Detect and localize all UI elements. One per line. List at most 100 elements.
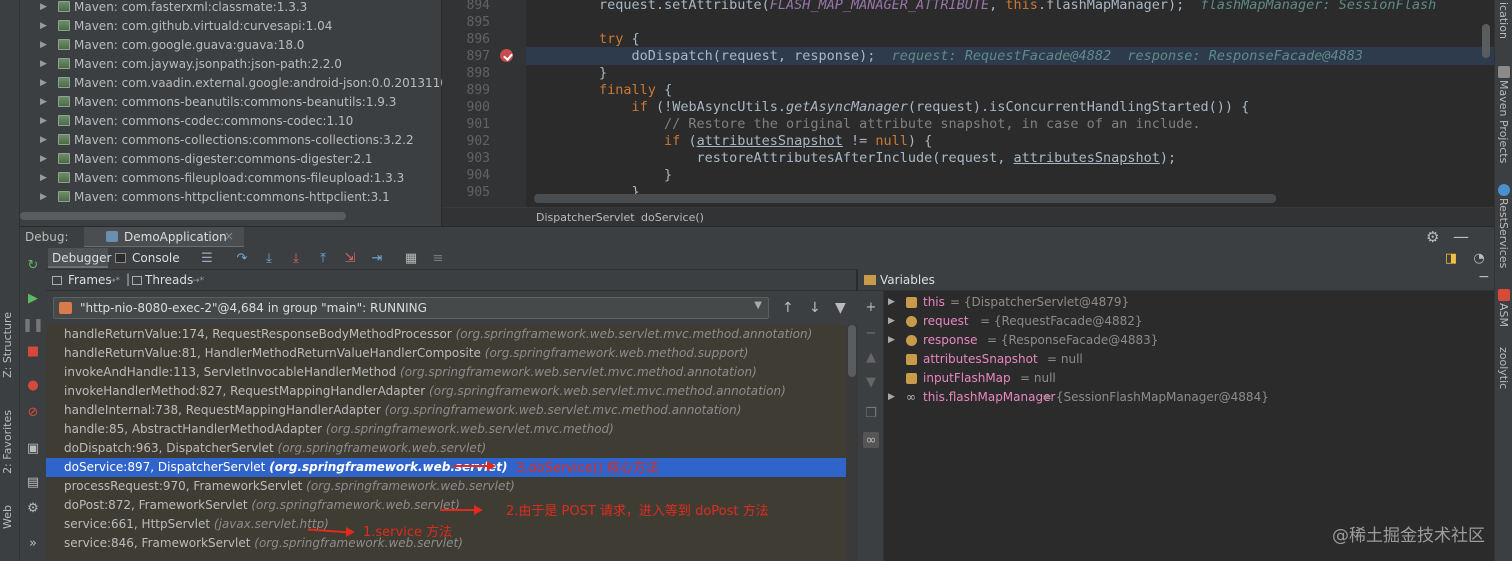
debug-label: Debug:: [25, 230, 69, 244]
gear-icon[interactable]: ⚙: [1426, 228, 1439, 246]
tree-item[interactable]: ▶ Maven: commons-fileupload:commons-fileu…: [0, 168, 404, 187]
thread-select[interactable]: "http-nio-8080-exec-2"@4,684 in group "m…: [53, 297, 769, 319]
editor-vertical-scrollbar[interactable]: [1482, 24, 1490, 58]
expand-arrow-icon[interactable]: ▶: [40, 2, 54, 12]
expand-arrow-icon[interactable]: ▶: [40, 135, 54, 145]
code-editor[interactable]: 894 895 896 897 898 899 900 901 902 903 …: [442, 0, 1494, 207]
tree-horizontal-scrollbar[interactable]: [20, 212, 346, 220]
frame-row[interactable]: handleInternal:738, RequestMappingHandle…: [46, 401, 846, 420]
expand-arrow-icon[interactable]: ▶: [40, 116, 54, 126]
tab-debugger[interactable]: Debugger: [48, 248, 111, 268]
copy-icon[interactable]: ❐: [863, 405, 879, 421]
tree-item[interactable]: ▶ Maven: commons-digester:commons-digeste…: [0, 149, 373, 168]
expand-arrow-icon[interactable]: ▶: [40, 40, 54, 50]
arrow-up-icon[interactable]: ↑: [782, 300, 794, 316]
expand-arrow-icon[interactable]: ▶: [888, 293, 895, 312]
rest-services-tab[interactable]: RestServices: [1497, 198, 1510, 268]
web-tab[interactable]: Web: [1, 505, 14, 529]
library-icon: [58, 153, 70, 164]
evaluate-expression-icon[interactable]: ▦: [403, 250, 419, 266]
expand-arrow-icon[interactable]: ▶: [40, 97, 54, 107]
tree-item[interactable]: ▶ Maven: com.google.guava:guava:18.0: [0, 35, 304, 54]
code-line: restoreAttributesAfterInclude(request, a…: [534, 150, 1177, 166]
tree-item[interactable]: ▶ Maven: commons-collections:commons-coll…: [0, 130, 414, 149]
restore-layout-icon[interactable]: ◨: [1443, 250, 1459, 266]
move-down-icon[interactable]: ▼: [863, 374, 879, 390]
frame-row[interactable]: invokeHandlerMethod:827, RequestMappingH…: [46, 382, 846, 401]
application-icon: [106, 231, 118, 242]
expand-arrow-icon[interactable]: ▶: [40, 192, 54, 202]
tree-item[interactable]: ▶ Maven: commons-beanutils:commons-beanut…: [0, 92, 396, 111]
force-step-into-icon[interactable]: ⤓: [288, 250, 304, 266]
drop-frame-icon[interactable]: ⇲: [342, 250, 358, 266]
variables-header: Variables −: [858, 269, 1494, 291]
library-icon: [58, 58, 70, 69]
annotation-2: 2.由于是 POST 请求，进入等到 doPost 方法: [506, 504, 769, 519]
frame-row[interactable]: handle:85, AbstractHandlerMethodAdapter …: [46, 420, 846, 439]
filter-icon[interactable]: ▼: [835, 300, 846, 316]
maven-projects-tab[interactable]: Maven Projects: [1497, 80, 1510, 163]
asm-tab[interactable]: ASM: [1497, 303, 1510, 327]
step-out-icon[interactable]: ⤒: [315, 250, 331, 266]
settings-gear-icon[interactable]: ⚙: [25, 500, 41, 516]
editor-horizontal-scrollbar[interactable]: [534, 194, 1276, 203]
expand-arrow-icon[interactable]: ▶: [40, 173, 54, 183]
frame-row[interactable]: handleReturnValue:174, RequestResponseBo…: [46, 325, 846, 344]
favorites-tab[interactable]: 2: Favorites: [1, 410, 14, 474]
expand-arrow-icon[interactable]: ▶: [888, 312, 895, 331]
frame-row-selected[interactable]: doService:897, DispatcherServlet (org.sp…: [46, 458, 846, 477]
expand-arrow-icon[interactable]: ▶: [40, 154, 54, 164]
more-icon[interactable]: »: [25, 535, 41, 551]
tree-item[interactable]: ▶ Maven: commons-codec:commons-codec:1.10: [0, 111, 353, 130]
resume-icon[interactable]: ▶: [25, 290, 41, 306]
move-up-icon[interactable]: ▲: [863, 349, 879, 365]
frame-row[interactable]: doDispatch:963, DispatcherServlet (org.s…: [46, 439, 846, 458]
add-watch-icon[interactable]: +: [863, 299, 879, 315]
chevron-down-icon[interactable]: ▼: [754, 300, 762, 311]
breakpoint-icon[interactable]: [500, 49, 513, 62]
step-into-icon[interactable]: ⤓: [261, 250, 277, 266]
zoolytic-tab[interactable]: zoolytic: [1497, 347, 1510, 389]
view-breakpoints-icon[interactable]: ●: [25, 377, 41, 393]
trace-icon[interactable]: ≡: [430, 250, 446, 266]
frames-scrollbar[interactable]: [848, 325, 856, 377]
frame-row[interactable]: invokeAndHandle:113, ServletInvocableHan…: [46, 363, 846, 382]
mute-breakpoints-icon[interactable]: ⊘: [25, 404, 41, 420]
close-icon[interactable]: ×: [224, 229, 234, 243]
breadcrumb-method[interactable]: doService(): [641, 211, 704, 224]
tree-item[interactable]: ▶ Maven: com.jayway.jsonpath:json-path:2.…: [0, 54, 342, 73]
right-tab-ication[interactable]: ication: [1497, 2, 1510, 39]
expand-arrow-icon[interactable]: ▶: [40, 78, 54, 88]
expand-arrow-icon[interactable]: ▶: [888, 331, 895, 350]
frames-icon: [52, 276, 62, 285]
step-over-icon[interactable]: ↷: [234, 250, 250, 266]
menu-icon[interactable]: ☰: [199, 250, 215, 266]
arrow-down-icon[interactable]: ↓: [809, 300, 821, 316]
camera-icon[interactable]: ▣: [25, 440, 41, 456]
watches-toggle-icon[interactable]: ∞: [863, 432, 879, 448]
expand-arrow-icon[interactable]: ▶: [888, 388, 895, 407]
stop-icon[interactable]: ■: [25, 343, 41, 359]
frame-row[interactable]: processRequest:970, FrameworkServlet (or…: [46, 477, 846, 496]
layout-icon[interactable]: ▤: [25, 474, 41, 490]
minimize-icon[interactable]: −: [1478, 269, 1490, 285]
settings-icon[interactable]: ◔: [1471, 250, 1487, 266]
parameter-icon: [906, 316, 917, 327]
structure-tab[interactable]: Z: Structure: [1, 312, 14, 378]
tree-item[interactable]: ▶ Maven: com.github.virtuald:curvesapi:1.…: [0, 16, 332, 35]
pause-icon[interactable]: ❚❚: [22, 317, 44, 333]
remove-watch-icon[interactable]: −: [863, 325, 879, 341]
expand-arrow-icon[interactable]: ▶: [40, 21, 54, 31]
tree-item[interactable]: ▶ Maven: commons-httpclient:commons-httpc…: [0, 187, 390, 206]
tab-demo-application[interactable]: DemoApplication ×: [84, 227, 244, 248]
tree-item[interactable]: ▶ Maven: com.fasterxml:classmate:1.3.3: [0, 0, 307, 16]
frame-row[interactable]: handleReturnValue:81, HandlerMethodRetur…: [46, 344, 846, 363]
rerun-icon[interactable]: ↻: [25, 257, 41, 273]
run-to-cursor-icon[interactable]: ⇥: [369, 250, 385, 266]
minimize-icon[interactable]: —: [1453, 227, 1469, 246]
breadcrumb-class[interactable]: DispatcherServlet: [536, 211, 635, 224]
threads-tab[interactable]: Threads: [145, 273, 193, 287]
expand-arrow-icon[interactable]: ▶: [40, 59, 54, 69]
tree-item[interactable]: ▶ Maven: com.vaadin.external.google:andro…: [0, 73, 459, 92]
frames-tab[interactable]: Frames: [68, 273, 112, 287]
